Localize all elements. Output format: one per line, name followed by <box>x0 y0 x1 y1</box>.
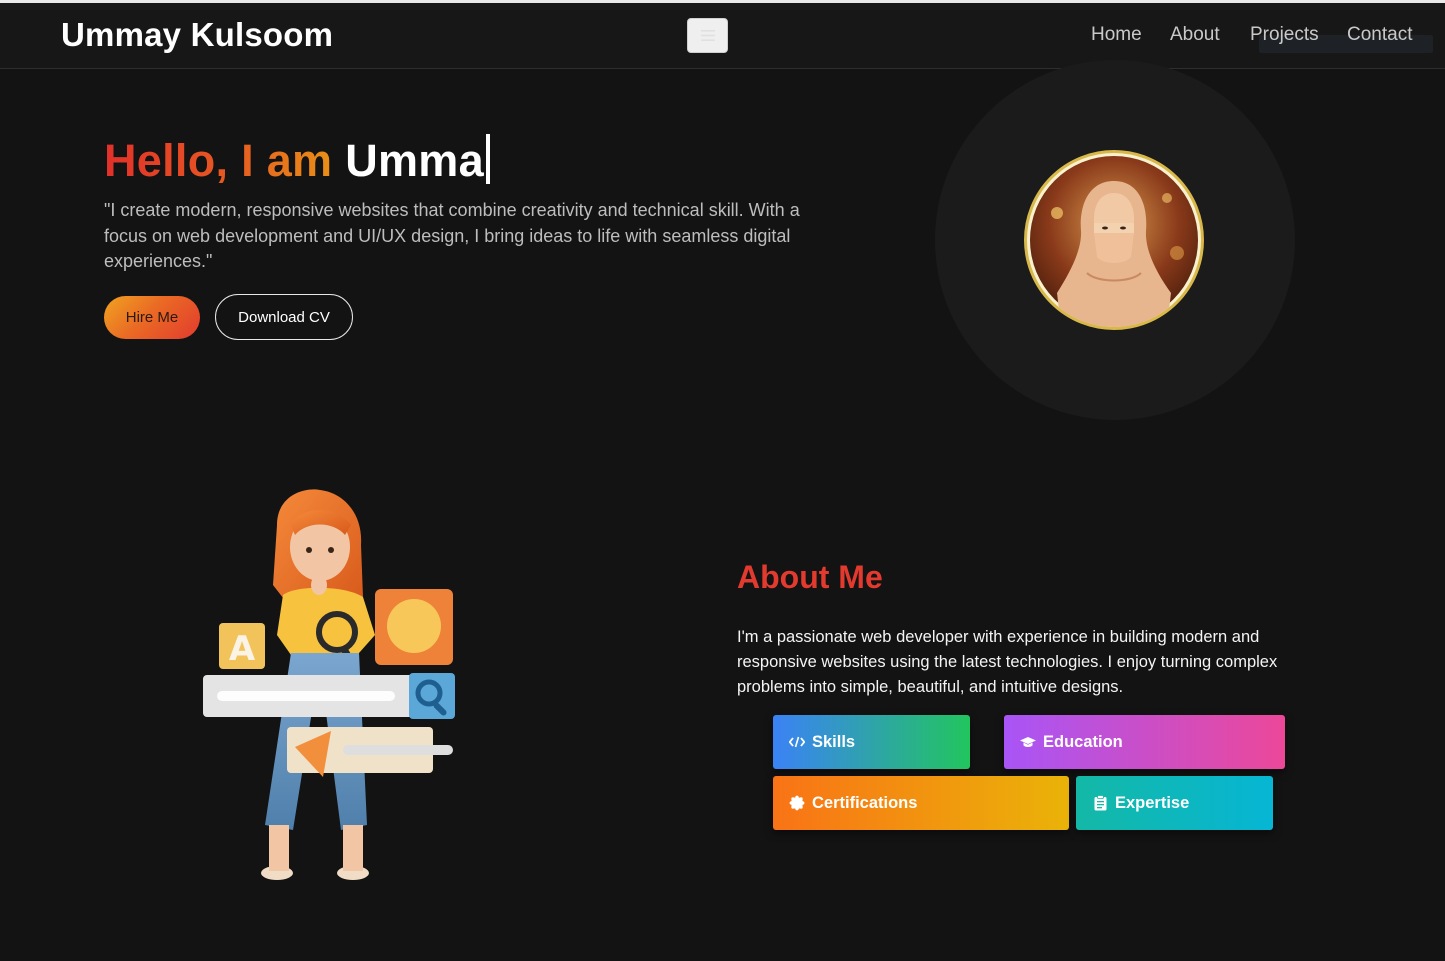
clipboard-icon <box>1092 795 1108 811</box>
about-heading: About Me <box>737 559 883 595</box>
code-icon <box>789 734 805 750</box>
skills-label: Skills <box>812 732 856 751</box>
brand-name[interactable]: Ummay Kulsoom <box>61 16 333 54</box>
education-label: Education <box>1043 732 1123 751</box>
hero-typed-name: Umma <box>345 135 484 186</box>
skills-button[interactable]: Skills <box>773 715 970 769</box>
download-cv-button[interactable]: Download CV <box>215 294 353 340</box>
hero-title: Hello, I am Umma <box>104 134 490 187</box>
svg-text:A: A <box>229 629 256 669</box>
hire-me-button[interactable]: Hire Me <box>104 296 200 339</box>
menu-toggle-button[interactable] <box>687 18 728 53</box>
about-description: I'm a passionate web developer with expe… <box>737 628 1278 696</box>
badge-icon <box>789 795 805 811</box>
hero-tagline: "I create modern, responsive websites th… <box>104 200 800 271</box>
education-button[interactable]: Education <box>1004 715 1285 769</box>
typing-caret <box>485 134 490 184</box>
nav-link-contact[interactable]: Contact <box>1347 24 1412 46</box>
navbar: Ummay Kulsoom Home About Projects Contac… <box>0 3 1445 69</box>
certifications-button[interactable]: Certifications <box>773 776 1069 830</box>
expertise-label: Expertise <box>1115 793 1190 812</box>
hamburger-icon <box>700 30 715 41</box>
nav-link-home[interactable]: Home <box>1091 24 1142 46</box>
hero-greeting: Hello, I am <box>104 135 333 186</box>
about-illustration: A <box>195 485 465 885</box>
nav-link-about[interactable]: About <box>1170 24 1220 46</box>
expertise-button[interactable]: Expertise <box>1076 776 1273 830</box>
nav-link-projects[interactable]: Projects <box>1250 24 1319 46</box>
profile-avatar <box>1024 150 1204 330</box>
certifications-label: Certifications <box>812 793 918 812</box>
graduation-cap-icon <box>1020 734 1036 750</box>
